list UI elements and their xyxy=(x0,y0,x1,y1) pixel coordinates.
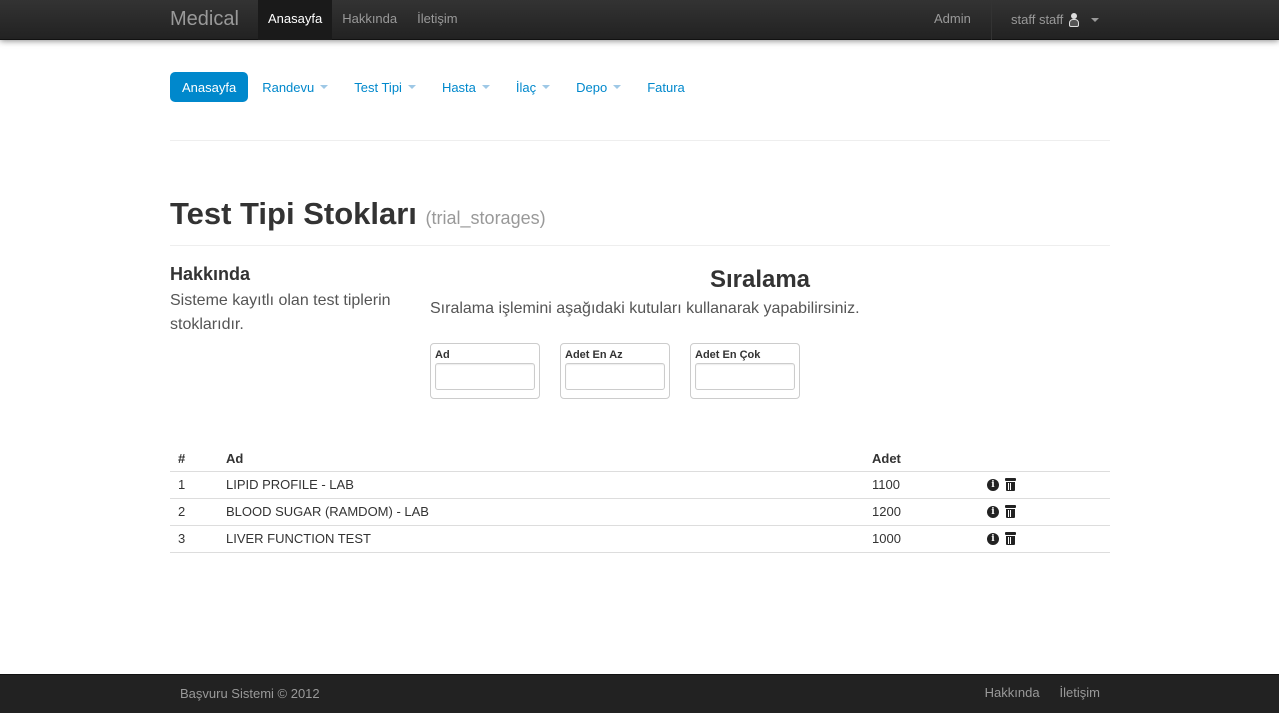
filter-ad: Ad xyxy=(430,343,540,399)
table-row: 1 LIPID PROFILE - LAB 1100 i xyxy=(170,471,1110,499)
info-icon[interactable]: i xyxy=(987,505,999,518)
filter-label: Adet En Az xyxy=(565,349,623,361)
filter-adet-max: Adet En Çok xyxy=(690,343,800,399)
table-row: 3 LIVER FUNCTION TEST 1000 i xyxy=(170,525,1110,553)
storage-table: # Ad Adet 1 LIPID PROFILE - LAB 1100 i 2… xyxy=(170,446,1110,553)
nav-item-hakkinda[interactable]: Hakkında xyxy=(332,0,407,40)
column-header-num[interactable]: # xyxy=(170,446,218,472)
chevron-down-icon xyxy=(1091,18,1100,22)
page-title-text: Test Tipi Stokları xyxy=(170,196,417,231)
sorting-description: Sıralama işlemini aşağıdaki kutuları kul… xyxy=(430,300,860,317)
section-pills: Anasayfa Randevu Test Tipi Hasta İlaç De… xyxy=(170,72,699,102)
chevron-down-icon xyxy=(407,85,416,89)
brand-logo[interactable]: Medical xyxy=(170,8,239,31)
top-navbar: Medical Anasayfa Hakkında İletişim Admin… xyxy=(0,0,1279,40)
filter-label: Adet En Çok xyxy=(695,349,761,361)
column-header-name[interactable]: Ad xyxy=(218,446,864,472)
cell-num: 2 xyxy=(170,498,218,526)
page-title: Test Tipi Stokları (trial_storages) xyxy=(170,196,1110,232)
user-icon xyxy=(1068,13,1080,27)
cell-num: 3 xyxy=(170,525,218,553)
user-menu[interactable]: staff staff xyxy=(1001,0,1109,40)
chevron-down-icon xyxy=(542,85,551,89)
nav-item-iletisim[interactable]: İletişim xyxy=(407,0,467,40)
pill-label: Hasta xyxy=(441,79,476,95)
admin-link[interactable]: Admin xyxy=(924,0,981,40)
trash-icon[interactable] xyxy=(1005,478,1016,491)
cell-count: 1000 xyxy=(864,525,979,553)
cell-name: BLOOD SUGAR (RAMDOM) - LAB xyxy=(218,498,864,526)
page-subtitle: (trial_storages) xyxy=(425,208,546,228)
trash-icon[interactable] xyxy=(1005,505,1016,518)
about-title: Hakkında xyxy=(170,264,251,284)
cell-actions: i xyxy=(979,471,1110,499)
chevron-down-icon xyxy=(481,85,490,89)
cell-name: LIVER FUNCTION TEST xyxy=(218,525,864,553)
chevron-down-icon xyxy=(613,85,622,89)
table-row: 2 BLOOD SUGAR (RAMDOM) - LAB 1200 i xyxy=(170,498,1110,526)
footer-copyright: Başvuru Sistemi © 2012 xyxy=(180,686,320,701)
divider xyxy=(170,245,1110,246)
filter-adet-min-input[interactable] xyxy=(565,363,665,390)
table-header-row: # Ad Adet xyxy=(170,446,1110,472)
nav-item-anasayfa[interactable]: Anasayfa xyxy=(258,0,333,40)
footer-link-hakkinda[interactable]: Hakkında xyxy=(975,675,1050,713)
column-header-count[interactable]: Adet xyxy=(864,446,979,472)
footer-link-iletisim[interactable]: İletişim xyxy=(1050,675,1110,713)
divider xyxy=(170,140,1110,141)
column-header-actions xyxy=(979,446,1110,472)
sorting-title: Sıralama xyxy=(709,266,811,293)
filter-adet-min: Adet En Az xyxy=(560,343,670,399)
pill-ilac[interactable]: İlaç xyxy=(504,72,562,102)
pill-test-tipi[interactable]: Test Tipi xyxy=(342,72,428,102)
pill-hasta[interactable]: Hasta xyxy=(430,72,502,102)
about-section: Hakkında Sisteme kayıtlı olan test tiple… xyxy=(170,264,410,337)
filter-label: Ad xyxy=(435,349,450,361)
trash-icon[interactable] xyxy=(1005,532,1016,545)
filter-ad-input[interactable] xyxy=(435,363,535,390)
cell-num: 1 xyxy=(170,471,218,499)
cell-name: LIPID PROFILE - LAB xyxy=(218,471,864,499)
footer: Başvuru Sistemi © 2012 Hakkında İletişim xyxy=(0,674,1279,713)
cell-count: 1200 xyxy=(864,498,979,526)
sorting-section: Sıralama Sıralama işlemini aşağıdaki kut… xyxy=(430,266,1090,399)
pill-label: Depo xyxy=(576,79,608,95)
main-nav: Anasayfa Hakkında İletişim xyxy=(258,0,468,40)
page-header: Test Tipi Stokları (trial_storages) xyxy=(170,196,1110,232)
chevron-down-icon xyxy=(320,85,329,89)
footer-links: Hakkında İletişim xyxy=(975,675,1110,713)
pill-randevu[interactable]: Randevu xyxy=(250,72,340,102)
pill-label: İlaç xyxy=(515,79,537,95)
pill-label: Fatura xyxy=(647,79,685,95)
cell-actions: i xyxy=(979,525,1110,553)
user-name: staff staff xyxy=(1011,12,1064,27)
pill-label: Anasayfa xyxy=(182,79,237,95)
cell-count: 1100 xyxy=(864,471,979,499)
pill-fatura[interactable]: Fatura xyxy=(635,72,697,102)
pill-label: Randevu xyxy=(262,79,315,95)
navbar-divider xyxy=(991,0,992,40)
filter-adet-max-input[interactable] xyxy=(695,363,795,390)
pill-label: Test Tipi xyxy=(354,79,402,95)
cell-actions: i xyxy=(979,498,1110,526)
about-text: Sisteme kayıtlı olan test tiplerin stokl… xyxy=(170,292,391,333)
pill-anasayfa[interactable]: Anasayfa xyxy=(170,72,249,102)
pill-depo[interactable]: Depo xyxy=(564,72,633,102)
info-icon[interactable]: i xyxy=(987,478,999,491)
info-icon[interactable]: i xyxy=(987,532,999,545)
